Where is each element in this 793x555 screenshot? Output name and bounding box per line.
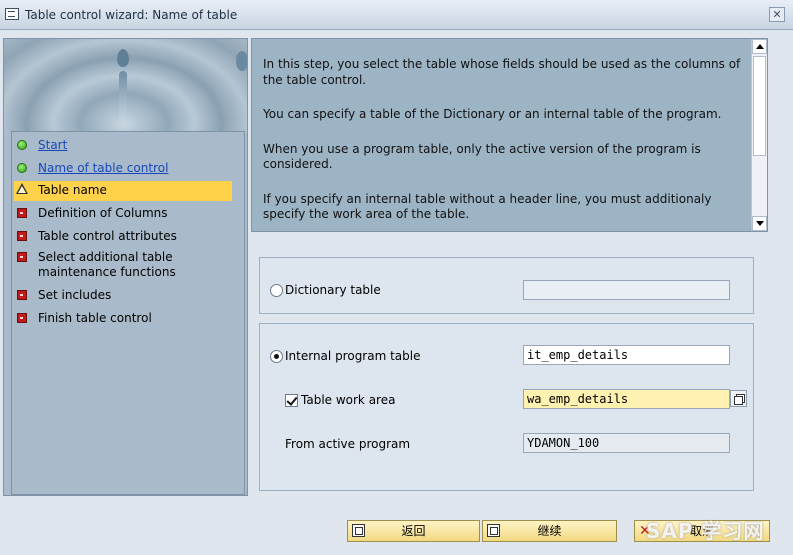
scroll-down-arrow-icon[interactable] bbox=[752, 216, 767, 231]
internal-table-radio[interactable] bbox=[270, 350, 283, 363]
continue-button-label: 继续 bbox=[537, 524, 562, 538]
step-description: In this step, you select the table whose… bbox=[251, 38, 768, 232]
site-watermark: SAP 学习网 bbox=[646, 519, 765, 543]
description-paragraph: You can specify a table of the Dictionar… bbox=[263, 107, 722, 121]
table-work-area-label: Table work area bbox=[301, 393, 396, 407]
water-drop-image bbox=[4, 39, 247, 134]
table-work-area-input[interactable]: wa_emp_details bbox=[523, 389, 730, 409]
scroll-up-arrow-icon[interactable] bbox=[752, 39, 767, 54]
active-program-label: From active program bbox=[285, 437, 411, 451]
description-paragraph: If you specify an internal table without… bbox=[263, 191, 712, 222]
step-label[interactable]: Name of table control bbox=[38, 161, 168, 176]
dictionary-table-group: Dictionary table bbox=[259, 257, 754, 314]
step-start[interactable]: Start bbox=[14, 136, 232, 156]
close-button[interactable]: ✕ bbox=[769, 7, 785, 22]
window-title: Table control wizard: Name of table bbox=[25, 8, 238, 22]
internal-table-input[interactable]: it_emp_details bbox=[523, 345, 730, 365]
dictionary-table-field bbox=[523, 280, 730, 300]
green-light-icon bbox=[17, 163, 27, 173]
dictionary-table-radio[interactable] bbox=[270, 284, 283, 297]
warning-triangle-icon bbox=[16, 183, 28, 194]
step-label: Select additional table maintenance func… bbox=[38, 250, 176, 279]
value-help-icon[interactable] bbox=[730, 390, 747, 407]
back-button-label: 返回 bbox=[401, 524, 426, 538]
red-light-icon bbox=[17, 208, 27, 218]
continue-icon bbox=[487, 524, 500, 537]
wizard-steps-panel: Start Name of table control Table name D… bbox=[3, 38, 248, 496]
water-drop-icon bbox=[117, 49, 129, 67]
red-light-icon bbox=[17, 290, 27, 300]
description-paragraph: In this step, you select the table whose… bbox=[263, 57, 741, 87]
red-light-icon bbox=[17, 231, 27, 241]
step-label: Definition of Columns bbox=[38, 206, 168, 220]
continue-button[interactable]: 继续 bbox=[482, 520, 617, 542]
step-label[interactable]: Start bbox=[38, 138, 67, 153]
step-list: Start Name of table control Table name D… bbox=[11, 131, 245, 495]
step-label: Set includes bbox=[38, 288, 112, 302]
red-light-icon bbox=[17, 252, 27, 262]
internal-table-label: Internal program table bbox=[285, 349, 421, 363]
step-table-name: Table name bbox=[14, 181, 232, 201]
table-work-area-checkbox[interactable] bbox=[285, 394, 298, 407]
active-program-field: YDAMON_100 bbox=[523, 433, 730, 453]
step-select-maintenance-functions: Select additional table maintenance func… bbox=[14, 248, 232, 284]
back-icon bbox=[352, 524, 365, 537]
step-label: Finish table control bbox=[38, 311, 152, 325]
step-set-includes: Set includes bbox=[14, 286, 232, 306]
wizard-icon bbox=[5, 8, 19, 20]
red-light-icon bbox=[17, 313, 27, 323]
internal-table-group: Internal program table it_emp_details Ta… bbox=[259, 323, 754, 491]
step-label: Table control attributes bbox=[38, 229, 177, 243]
step-label: Table name bbox=[38, 183, 107, 197]
step-finish-table-control: Finish table control bbox=[14, 309, 232, 329]
green-light-icon bbox=[17, 140, 27, 150]
description-paragraph: When you use a program table, only the a… bbox=[263, 141, 701, 172]
title-bar: Table control wizard: Name of table ✕ bbox=[0, 0, 793, 30]
description-scrollbar[interactable] bbox=[751, 39, 767, 231]
step-definition-of-columns: Definition of Columns bbox=[14, 204, 232, 224]
scroll-thumb[interactable] bbox=[753, 56, 766, 156]
description-text: In this step, you select the table whose… bbox=[263, 57, 743, 242]
step-name-of-table-control[interactable]: Name of table control bbox=[14, 159, 232, 179]
back-button[interactable]: 返回 bbox=[347, 520, 480, 542]
step-table-control-attributes: Table control attributes bbox=[14, 227, 232, 247]
dictionary-table-label: Dictionary table bbox=[285, 283, 381, 297]
